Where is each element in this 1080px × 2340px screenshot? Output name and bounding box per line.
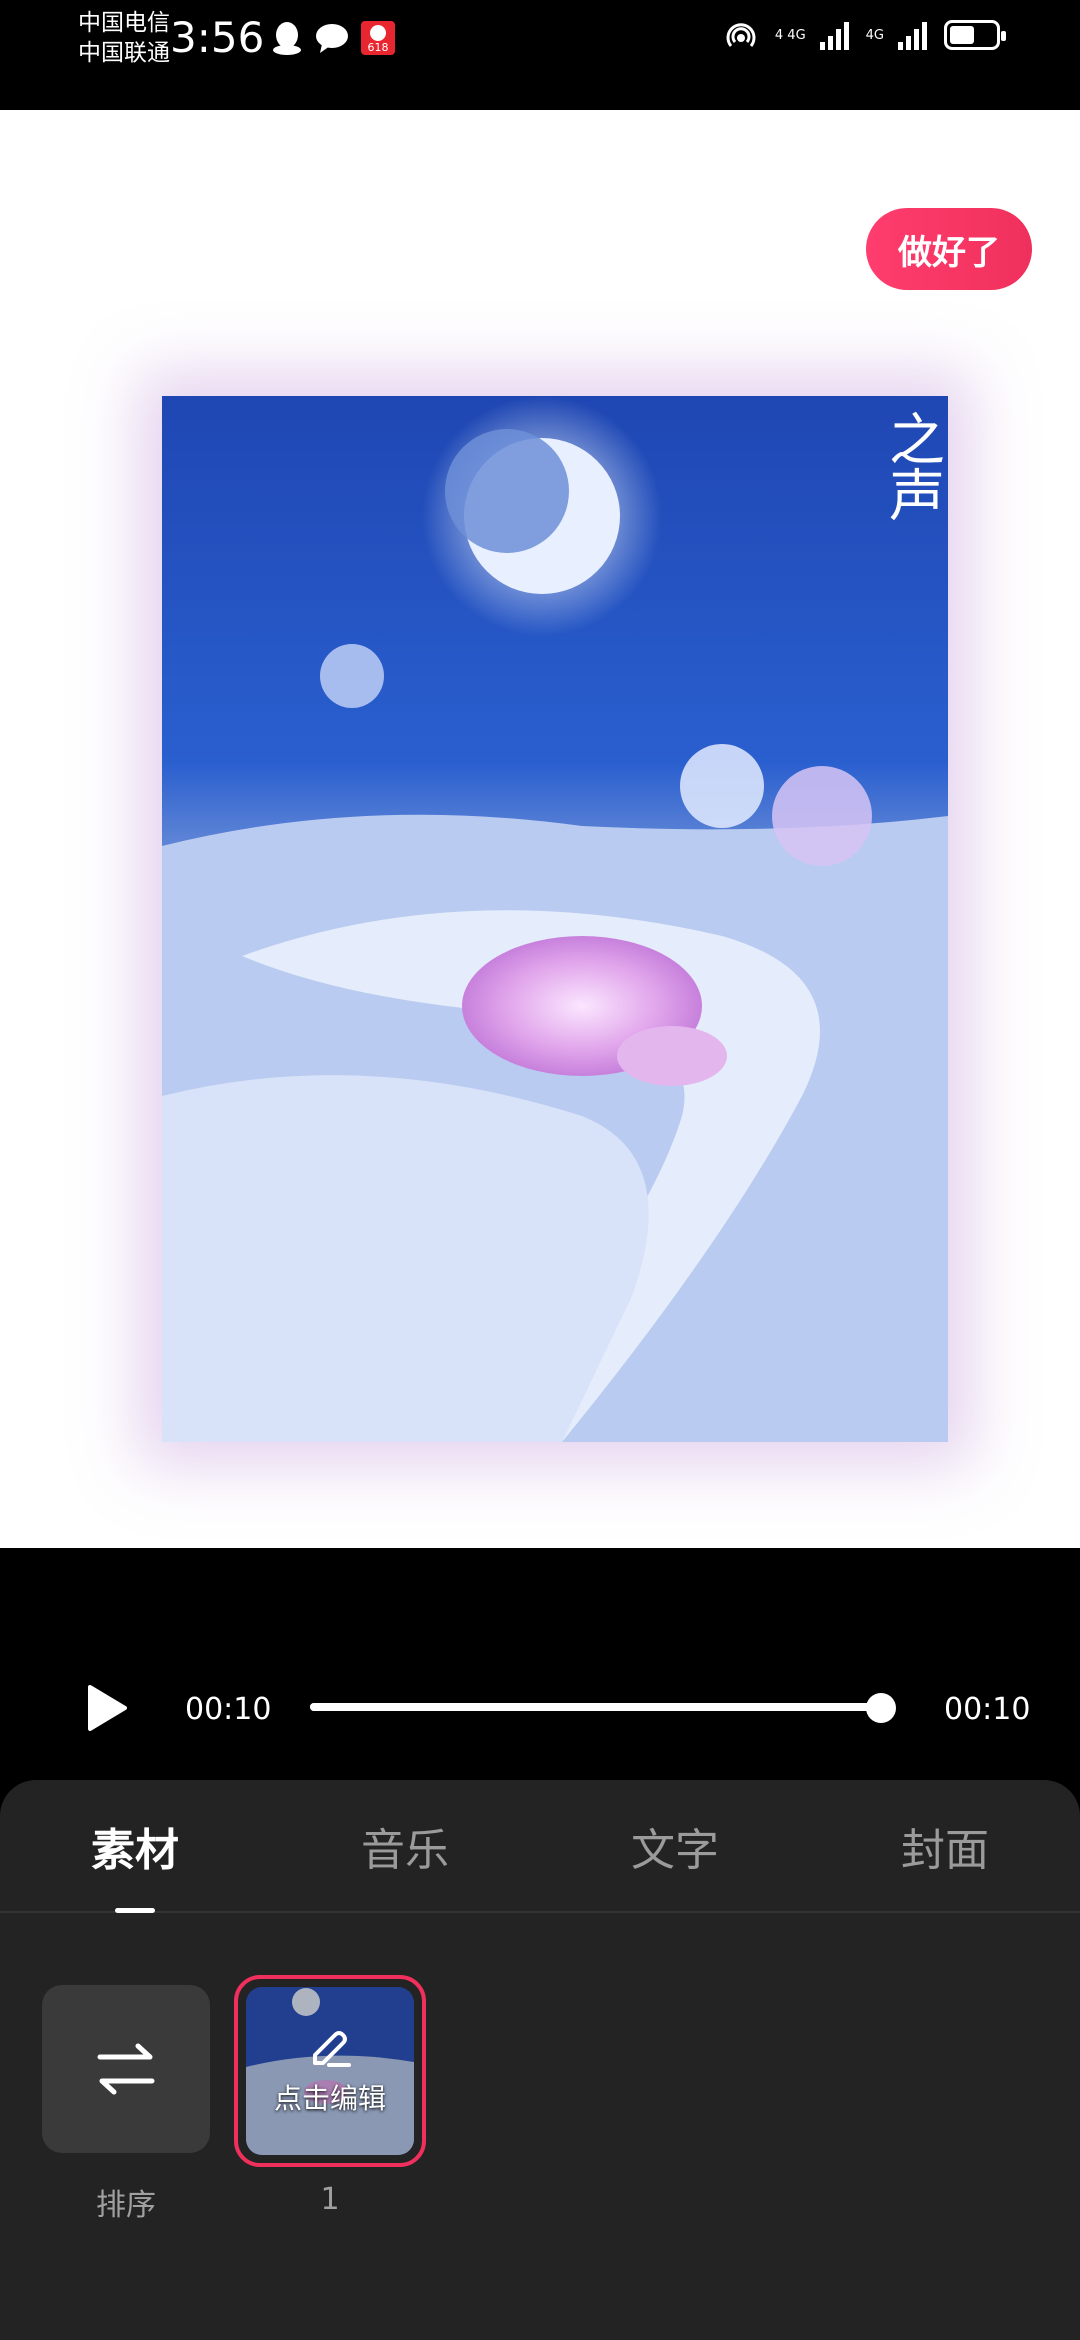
tab-music[interactable]: 音乐	[270, 1780, 540, 1911]
signal-4g-icon-2	[898, 22, 927, 50]
preview-image[interactable]: 之声	[162, 396, 948, 1442]
sort-button[interactable]	[42, 1985, 210, 2153]
signal-4g-label-a: 4 4G	[774, 27, 806, 43]
carrier-1: 中国电信	[78, 10, 170, 36]
chat-bubble-icon	[316, 24, 348, 53]
editor-panel: 素材 音乐 文字 封面 排序 点击编辑 1	[0, 1780, 1080, 2340]
play-icon[interactable]	[86, 1684, 128, 1732]
progress-thumb[interactable]	[866, 1693, 896, 1723]
tab-cover[interactable]: 封面	[810, 1780, 1080, 1911]
editor-tabs: 素材 音乐 文字 封面	[0, 1780, 1080, 1913]
preview-canvas: 做好了 之声	[0, 110, 1080, 1632]
clip-edit-overlay: 点击编辑	[246, 1987, 414, 2155]
photo-caption-text: 之声	[880, 410, 945, 522]
sort-label: 排序	[96, 2188, 156, 2223]
qq-icon	[273, 22, 301, 55]
clip-edit-label: 点击编辑	[273, 2082, 386, 2115]
carrier-labels: 中国电信 中国联通	[78, 8, 170, 68]
progress-track[interactable]	[310, 1703, 888, 1711]
battery-level	[950, 26, 975, 44]
done-button[interactable]: 做好了	[866, 208, 1032, 290]
playback-bar: 00:10 00:10	[0, 1548, 1080, 1780]
badge-618-text: 618	[368, 41, 389, 54]
hotspot-icon	[726, 23, 756, 47]
signal-4g-label-b: 4G	[865, 27, 884, 43]
carrier-2: 中国联通	[78, 40, 170, 66]
signal-4g-icon	[819, 22, 849, 50]
tab-text[interactable]: 文字	[540, 1780, 810, 1911]
notification-icons: 618	[270, 20, 396, 56]
clip-thumbnail[interactable]: 点击编辑	[234, 1975, 426, 2167]
status-clock: 3:56	[170, 13, 265, 62]
status-bar: 中国电信 中国联通 3:56 618 4 4G 4G	[0, 0, 1080, 110]
current-time: 00:10	[185, 1692, 272, 1727]
progress-fill	[310, 1703, 888, 1711]
tab-material[interactable]: 素材	[0, 1780, 270, 1913]
clip-image: 点击编辑	[246, 1987, 414, 2155]
battery-icon	[944, 20, 1006, 50]
system-icons: 4 4G 4G	[721, 18, 1006, 52]
swap-arrows-icon	[97, 2043, 155, 2095]
edit-pencil-icon	[313, 2031, 351, 2067]
shopping-618-icon: 618	[361, 21, 395, 55]
clip-number: 1	[320, 2182, 340, 2217]
total-time: 00:10	[944, 1692, 1031, 1727]
